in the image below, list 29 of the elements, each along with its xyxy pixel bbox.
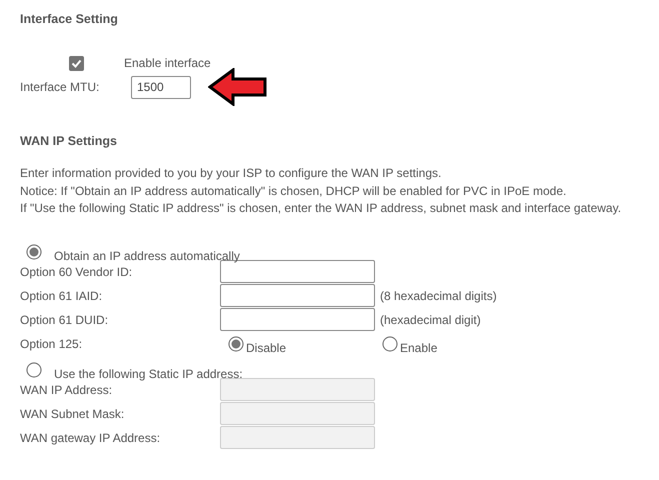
radio-button[interactable] (228, 336, 244, 352)
info-text: Enter information provided to you by your ISP to configure the WAN IP settings. (20, 165, 442, 182)
radio-button[interactable] (382, 336, 398, 352)
field-label: WAN IP Address: (20, 382, 114, 396)
radio-label: Use the following Static IP address: (54, 366, 243, 380)
field-label: Option 61 DUID: (20, 312, 110, 326)
field-label: Interface MTU: (20, 80, 100, 94)
radio-button[interactable] (26, 244, 42, 260)
checkbox-label: Enable interface (124, 56, 211, 70)
text-field[interactable] (220, 284, 375, 307)
mtu-field[interactable]: 1500 (131, 76, 191, 98)
hint-text: (8 hexadecimal digits) (380, 288, 497, 302)
field-label: WAN Subnet Mask: (20, 406, 126, 420)
radio-label: Enable (400, 340, 438, 354)
radio-button[interactable] (26, 362, 42, 378)
section-title: WAN IP Settings (20, 133, 118, 150)
radio-label: Disable (246, 340, 286, 354)
radio-label: Obtain an IP address automatically (54, 248, 240, 262)
field-label: Option 60 Vendor ID: (20, 264, 134, 278)
arrow-drawing (208, 68, 268, 106)
info-text: Notice: If "Obtain an IP address automatically" is chosen, DHCP will be enabled for PVC in IPoE mode. (20, 182, 568, 200)
field-label: Option 61 IAID: (20, 288, 104, 302)
field-label: Option 125: (20, 336, 84, 350)
info-text: If "Use the following Static IP address" is chosen, enter the WAN IP address, subnet mask and interface gateway. (20, 200, 622, 217)
section-title: Interface Setting (20, 11, 119, 28)
text-field[interactable] (220, 308, 375, 331)
checkbox[interactable] (69, 56, 84, 70)
field-label: WAN gateway IP Address: (20, 430, 162, 444)
hint-text: (hexadecimal digit) (380, 312, 481, 326)
